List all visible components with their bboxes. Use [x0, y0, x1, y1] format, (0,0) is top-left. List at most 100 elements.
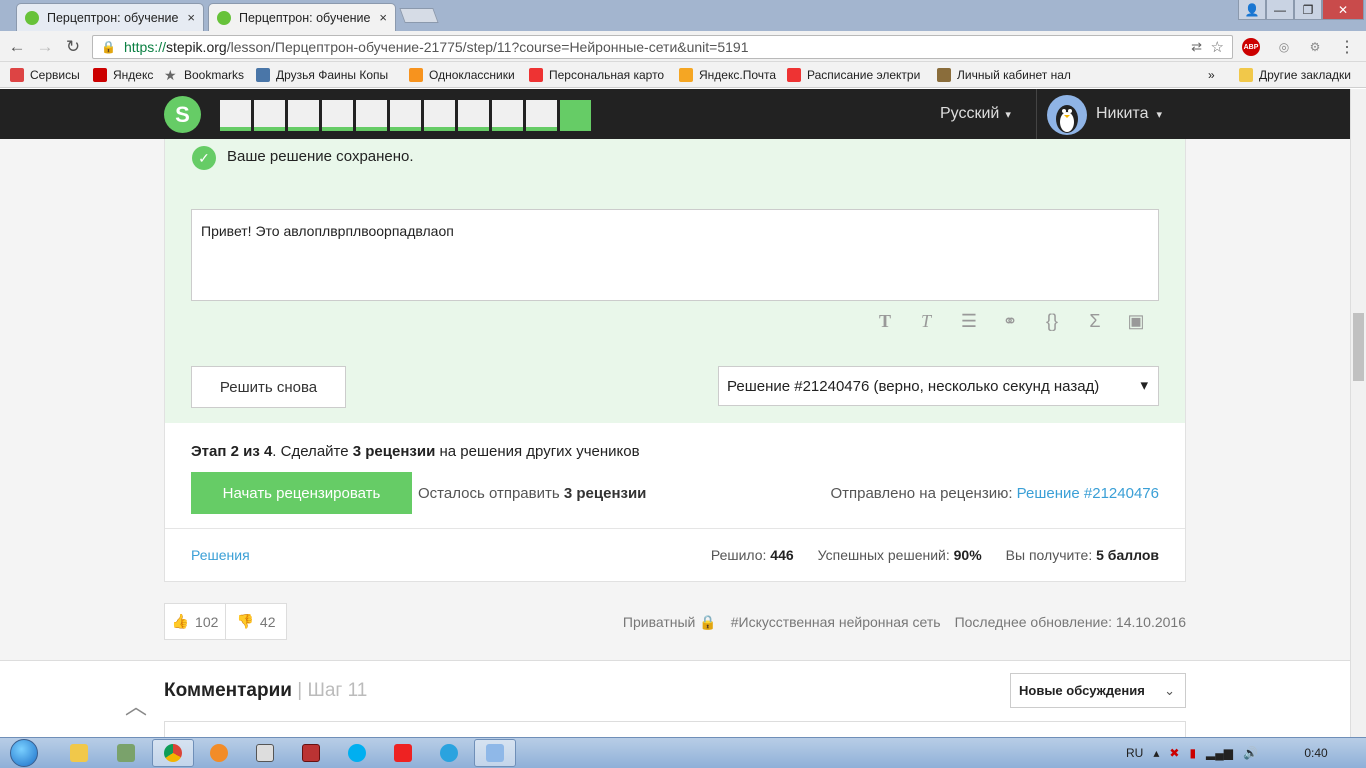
maximize-button[interactable]: ❐: [1294, 0, 1322, 20]
address-bar[interactable]: 🔒 https://stepik.org/lesson/Перцептрон-о…: [92, 35, 1233, 59]
chevron-down-icon: ▾: [1005, 108, 1011, 121]
bookmark-item[interactable]: Сервисы: [10, 66, 88, 84]
back-icon[interactable]: ←: [6, 36, 28, 58]
bookmark-item[interactable]: Расписание электри: [787, 66, 924, 84]
vivaldi-task[interactable]: [382, 739, 424, 767]
bookmarks-more-button[interactable]: »: [1208, 66, 1222, 84]
app-task[interactable]: [198, 739, 240, 767]
comment-input-box[interactable]: [164, 721, 1186, 737]
signal-icon[interactable]: ▂▄▆: [1206, 746, 1233, 760]
step-tab[interactable]: [288, 100, 319, 131]
bookmark-item[interactable]: Личный кабинет нал: [937, 66, 1074, 84]
bookmark-item[interactable]: Яндекс.Почта: [679, 66, 779, 84]
scrollbar-thumb[interactable]: [1353, 313, 1364, 381]
page-scrollbar[interactable]: [1350, 89, 1366, 737]
calculator-task[interactable]: [244, 739, 286, 767]
apps-icon: [10, 68, 24, 82]
retry-button[interactable]: Решить снова: [191, 366, 346, 408]
close-window-button[interactable]: ✕: [1322, 0, 1364, 20]
submission-select[interactable]: Решение #21240476 (верно, несколько секу…: [718, 366, 1159, 406]
scroll-up-icon[interactable]: ︿: [125, 689, 147, 721]
stepik-logo-icon[interactable]: S: [164, 96, 201, 133]
bookmark-star-icon[interactable]: ☆: [1211, 38, 1224, 56]
step-tab[interactable]: [254, 100, 285, 131]
stepik-favicon-icon: [217, 10, 231, 25]
step-tab[interactable]: [560, 100, 591, 131]
browser-tab-active[interactable]: Перцептрон: обучение ×: [208, 3, 396, 31]
network-error-icon[interactable]: ✖: [1169, 746, 1179, 760]
bookmark-item[interactable]: Друзья Фаины Копы: [256, 66, 392, 84]
recycle-task[interactable]: [105, 739, 147, 767]
browser-tab[interactable]: Перцептрон: обучение ×: [16, 3, 204, 31]
italic-icon[interactable]: T: [913, 309, 939, 333]
step-tab[interactable]: [322, 100, 353, 131]
comments-sort-select[interactable]: Новые обсуждения ⌄: [1010, 673, 1186, 708]
clock[interactable]: 0:40: [1296, 737, 1336, 768]
check-circle-icon: ✓: [192, 146, 216, 170]
math-sigma-icon[interactable]: Σ: [1082, 309, 1108, 333]
forward-icon[interactable]: →: [34, 36, 56, 58]
chrome-task[interactable]: [152, 739, 194, 767]
step-tab[interactable]: [492, 100, 523, 131]
step-tab[interactable]: [424, 100, 455, 131]
adblock-icon[interactable]: ABP: [1242, 38, 1260, 56]
other-bookmarks[interactable]: Другие закладки: [1239, 66, 1359, 84]
like-button[interactable]: 👍 102: [165, 604, 225, 639]
code-icon[interactable]: {}: [1039, 309, 1065, 333]
extension-icon[interactable]: ◎: [1275, 38, 1293, 56]
step-tab[interactable]: [526, 100, 557, 131]
lock-icon: 🔒: [699, 614, 717, 630]
answer-textarea[interactable]: Привет! Это авлоплврплвоорпадвлаоп: [191, 209, 1159, 301]
dislike-button[interactable]: 👎 42: [225, 604, 286, 639]
translate-icon[interactable]: ⇄: [1191, 39, 1202, 55]
submission-link[interactable]: Решение #21240476: [1017, 485, 1159, 502]
tax-icon: [937, 68, 951, 82]
divider: [165, 528, 1185, 529]
thumbs-up-icon: 👍: [171, 613, 190, 629]
step-stats: Решило: 446 Успешных решений: 90% Вы пол…: [711, 547, 1159, 563]
start-review-button[interactable]: Начать рецензировать: [191, 472, 412, 514]
telegram-task[interactable]: [428, 739, 470, 767]
profile-icon[interactable]: 👤: [1238, 0, 1266, 20]
bookmark-item[interactable]: ★ Bookmarks: [164, 66, 250, 84]
tag-link[interactable]: #Искусственная нейронная сеть: [731, 614, 941, 631]
bookmark-item[interactable]: Одноклассники: [409, 66, 521, 84]
extension-icon[interactable]: ⚙: [1306, 38, 1324, 56]
explorer-task[interactable]: [58, 739, 100, 767]
lock-icon: 🔒: [101, 40, 116, 54]
step-card: ✓ Ваше решение сохранено. Привет! Это ав…: [164, 139, 1186, 582]
tab-close-icon[interactable]: ×: [379, 10, 387, 25]
tab-title: Перцептрон: обучение: [47, 10, 179, 25]
step-tab[interactable]: [390, 100, 421, 131]
minimize-button[interactable]: —: [1266, 0, 1294, 20]
bold-icon[interactable]: T: [872, 309, 898, 333]
bookmark-item[interactable]: Яндекс: [93, 66, 157, 84]
language-selector[interactable]: Русский ▾: [940, 89, 1011, 139]
user-menu[interactable]: Никита ▾: [1096, 89, 1162, 139]
image-icon[interactable]: ▣: [1123, 309, 1149, 333]
step-tab[interactable]: [458, 100, 489, 131]
battery-icon[interactable]: ▮: [1189, 746, 1196, 760]
volume-icon[interactable]: 🔊: [1243, 746, 1258, 760]
list-icon[interactable]: ☰: [956, 309, 982, 333]
avatar[interactable]: [1047, 95, 1087, 135]
spreadsheet-task[interactable]: [290, 739, 332, 767]
tab-close-icon[interactable]: ×: [187, 10, 195, 25]
reward-stat: Вы получите: 5 баллов: [1005, 547, 1159, 563]
language-indicator[interactable]: RU: [1126, 746, 1143, 760]
menu-icon[interactable]: ⋮: [1338, 38, 1356, 56]
tray-expand-icon[interactable]: ▴: [1153, 746, 1159, 760]
new-tab-button[interactable]: [399, 8, 439, 23]
link-icon[interactable]: ⚭: [997, 309, 1023, 333]
solutions-link[interactable]: Решения: [191, 547, 250, 563]
chevron-down-icon: ⌄: [1164, 683, 1175, 698]
reload-icon[interactable]: ↻: [62, 36, 84, 58]
step-tab[interactable]: [356, 100, 387, 131]
paint-task[interactable]: [474, 739, 516, 767]
start-button[interactable]: [4, 737, 44, 768]
bookmark-item[interactable]: Персональная карто: [529, 66, 664, 84]
step-tab[interactable]: [220, 100, 251, 131]
skype-task[interactable]: [336, 739, 378, 767]
thumbs-down-icon: 👎: [236, 613, 254, 629]
rating-buttons: 👍 102 👎 42: [164, 603, 287, 640]
